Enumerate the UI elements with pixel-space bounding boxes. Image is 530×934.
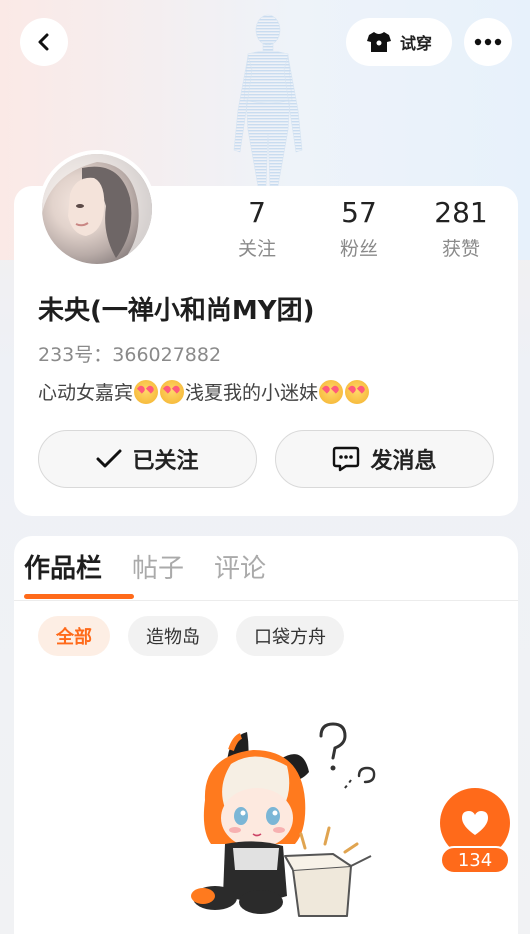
message-button[interactable]: 发消息 [275, 430, 494, 488]
bio: 心动女嘉宾 浅夏我的小迷妹 [38, 378, 370, 405]
more-button[interactable] [464, 18, 512, 66]
user-id: 233号：366027882 [38, 344, 222, 366]
heart-eyes-emoji-icon [134, 379, 159, 404]
heart-icon [462, 811, 488, 835]
stat-value: 57 [341, 196, 377, 229]
username: 未央(一禅小和尚MY团) [38, 296, 315, 326]
stat-label: 粉丝 [339, 238, 378, 260]
chick-emoji-icon [319, 379, 344, 404]
filter-chip-all[interactable]: 全部 [38, 616, 110, 656]
stat-label: 关注 [237, 238, 276, 260]
chevron-left-icon [38, 33, 49, 51]
tryon-button[interactable]: 试穿 [346, 18, 452, 66]
stat-value: 281 [434, 196, 488, 229]
tshirt-icon [366, 32, 391, 52]
follow-label: 已关注 [132, 449, 199, 474]
tryon-label: 试穿 [399, 34, 432, 53]
filter-chip-pocket-ark[interactable]: 口袋方舟 [236, 616, 344, 656]
tabs-divider [14, 600, 518, 601]
filter-chips: 全部 造物岛 口袋方舟 [38, 616, 344, 656]
stat-label: 获赞 [441, 238, 480, 260]
filter-chip-creation-island[interactable]: 造物岛 [128, 616, 218, 656]
check-icon [96, 449, 122, 468]
empty-state-mascot-illustration [191, 722, 376, 917]
active-tab-indicator [24, 594, 134, 599]
back-button[interactable] [20, 18, 68, 66]
message-label: 发消息 [370, 449, 437, 474]
tab-works[interactable]: 作品栏 [24, 548, 102, 588]
avatar[interactable] [38, 150, 156, 268]
tab-comments[interactable]: 评论 [214, 548, 266, 588]
bio-text-part: 浅夏我的小迷妹 [185, 382, 319, 404]
stat-fans[interactable]: 57 粉丝 [308, 196, 410, 261]
stats-row: 7 关注 57 粉丝 281 获赞 [206, 196, 514, 261]
content-tabs: 作品栏 帖子 评论 [24, 548, 266, 588]
avatar-portrait [42, 154, 152, 264]
chick-emoji-icon [345, 379, 370, 404]
stat-following[interactable]: 7 关注 [206, 196, 308, 261]
bio-text-part: 心动女嘉宾 [38, 382, 134, 404]
follow-button[interactable]: 已关注 [38, 430, 257, 488]
chat-bubble-icon [333, 446, 360, 472]
heart-eyes-emoji-icon [160, 379, 185, 404]
more-dots-icon [474, 38, 502, 46]
tab-posts[interactable]: 帖子 [132, 548, 184, 588]
stat-likes[interactable]: 281 获赞 [410, 196, 512, 261]
like-count: 134 [440, 846, 510, 874]
stat-value: 7 [248, 196, 266, 229]
avatar-3d-figure[interactable] [222, 10, 314, 188]
